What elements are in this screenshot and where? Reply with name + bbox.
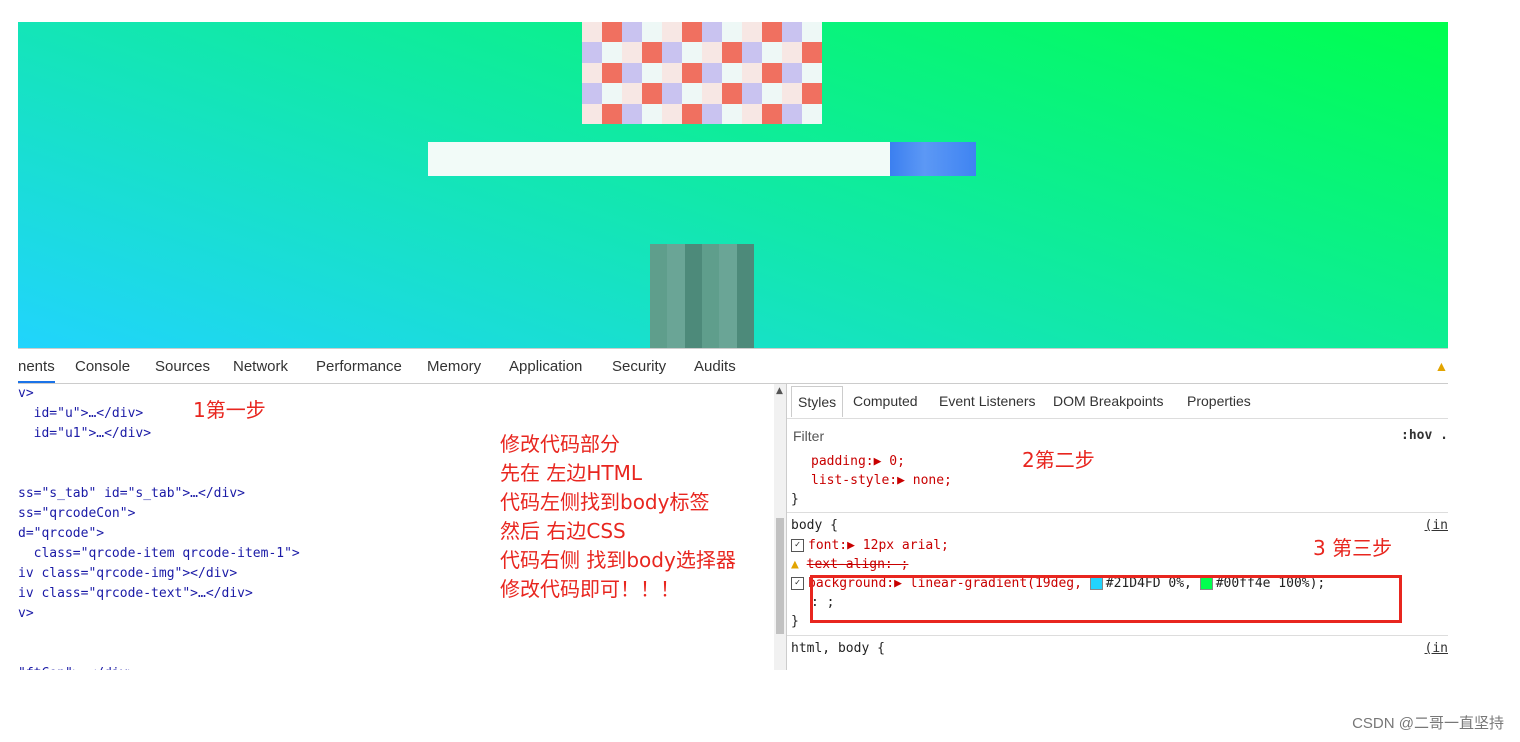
hov-toggle[interactable]: :hov . [1401, 428, 1448, 443]
search-input[interactable] [428, 142, 890, 176]
tab-properties[interactable]: Properties [1187, 393, 1251, 409]
blurred-logo [582, 22, 822, 124]
background-checkbox[interactable]: ✓ [791, 577, 804, 590]
font-checkbox[interactable]: ✓ [791, 539, 804, 552]
watermark: CSDN @二哥一直坚持 [1352, 715, 1504, 732]
annotation-instructions: 修改代码部分 先在 左边HTML 代码左侧找到body标签 然后 右边CSS 代… [500, 430, 736, 604]
body-selector[interactable]: body { [791, 518, 838, 533]
scrollbar-thumb[interactable] [776, 518, 784, 634]
dom-node-line[interactable]: ss="qrcodeCon"> [18, 506, 135, 521]
tab-memory[interactable]: Memory [427, 358, 481, 375]
dom-node-line[interactable]: ss="s_tab" id="s_tab">…</div> [18, 486, 245, 501]
body-rule-source-link[interactable]: (in [1425, 518, 1448, 533]
prev-rule-close: } [791, 492, 799, 507]
tab-application[interactable]: Application [509, 358, 582, 375]
dom-node-line[interactable]: iv class="qrcode-img"></div> [18, 566, 237, 581]
dom-node-line[interactable]: id="u1">…</div> [18, 426, 151, 441]
dom-node-line[interactable]: "ftCon">…</div> [18, 666, 135, 670]
warning-icon: ▲ [1434, 358, 1448, 374]
annotation-step3: 3 第三步 [1313, 536, 1393, 560]
devtools-tabbar: nents Console Sources Network Performanc… [18, 349, 1448, 384]
blurred-qrcode [650, 244, 754, 348]
tab-audits[interactable]: Audits [694, 358, 736, 375]
instruction-line: 代码右侧 找到body选择器 [500, 548, 736, 572]
padding-declaration[interactable]: padding:▶ 0; [811, 454, 905, 469]
tab-elements[interactable]: nents [18, 358, 55, 383]
styles-filter-input[interactable]: Filter [793, 428, 824, 444]
tab-event-listeners[interactable]: Event Listeners [939, 393, 1036, 409]
tab-console[interactable]: Console [75, 358, 130, 375]
tab-computed[interactable]: Computed [853, 393, 918, 409]
instruction-line: 然后 右边CSS [500, 519, 626, 543]
tab-sources[interactable]: Sources [155, 358, 210, 375]
tab-styles[interactable]: Styles [791, 386, 844, 417]
highlight-box [810, 575, 1402, 623]
search-button[interactable] [890, 142, 976, 176]
annotation-step1: 1第一步 [193, 398, 266, 422]
list-style-declaration[interactable]: list-style:▶ none; [811, 473, 952, 488]
styles-tabbar: Styles Computed Event Listeners DOM Brea… [787, 384, 1448, 419]
tab-performance[interactable]: Performance [316, 358, 402, 375]
tab-dom-breakpoints[interactable]: DOM Breakpoints [1053, 393, 1163, 409]
dom-node-line[interactable]: d="qrcode"> [18, 526, 104, 541]
warning-counter[interactable]: ▲ 2 [1434, 358, 1448, 374]
scroll-up-icon[interactable]: ▲ [776, 386, 783, 396]
elements-scrollbar[interactable]: ▲ [774, 384, 786, 670]
tab-security[interactable]: Security [612, 358, 666, 375]
list-style-text: list-style:▶ none; [811, 473, 952, 488]
page-gradient-background [18, 22, 1448, 348]
html-body-source-link[interactable]: (in [1425, 641, 1448, 656]
tab-network[interactable]: Network [233, 358, 288, 375]
instruction-line: 修改代码部分 [500, 432, 620, 456]
instruction-line: 先在 左边HTML [500, 461, 643, 485]
dom-node-line[interactable]: id="u">…</div> [18, 406, 144, 421]
font-declaration[interactable]: ✓ font:▶ 12px arial; [791, 538, 949, 553]
body-rule-close: } [791, 614, 799, 629]
styles-pane: Styles Computed Event Listeners DOM Brea… [787, 384, 1448, 670]
dom-node-line[interactable]: iv class="qrcode-text">…</div> [18, 586, 253, 601]
annotation-step2: 2第二步 [1022, 448, 1095, 472]
padding-text: padding:▶ 0; [811, 454, 905, 469]
instruction-line: 修改代码即可！！！ [500, 577, 680, 601]
html-body-selector[interactable]: html, body { [791, 641, 885, 656]
warning-icon: ▲ [791, 557, 799, 572]
instruction-line: 代码左侧找到body标签 [500, 490, 710, 514]
rule-separator [787, 635, 1448, 636]
dom-node-line[interactable]: v> [18, 606, 34, 621]
dom-node-line[interactable]: class="qrcode-item qrcode-item-1"> [18, 546, 300, 561]
dom-node-line[interactable]: v> [18, 386, 34, 401]
font-text: font:▶ 12px arial; [808, 538, 949, 553]
text-align-declaration[interactable]: ▲ text-align: ; [791, 557, 908, 572]
rule-separator [787, 512, 1448, 513]
text-align-text: text-align: ; [806, 557, 909, 572]
